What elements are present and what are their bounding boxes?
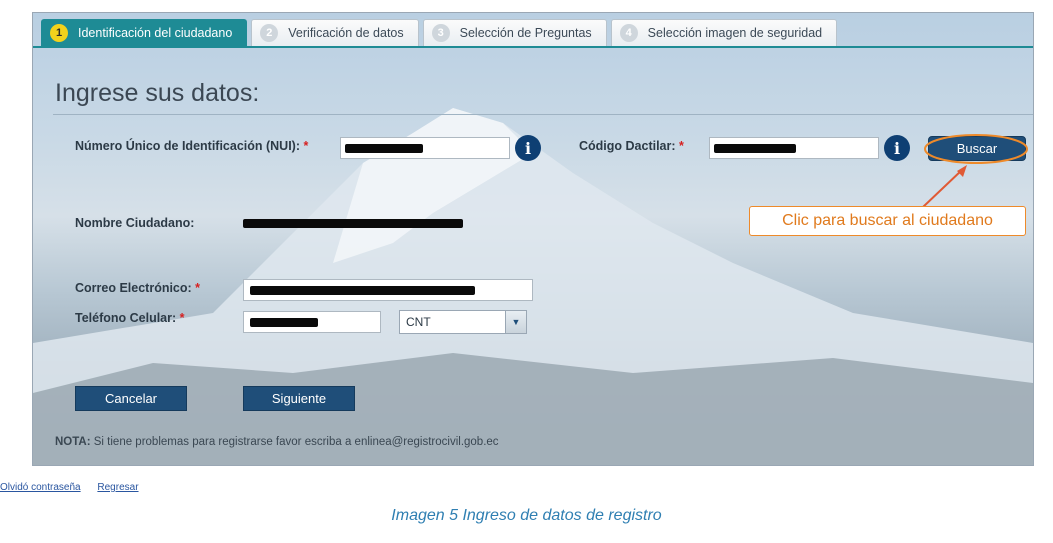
tab-underline: [33, 46, 1033, 48]
nombre-value-redacted: [243, 219, 463, 228]
tab-label: Identificación del ciudadano: [78, 26, 233, 40]
nui-info-icon[interactable]: i: [515, 135, 541, 161]
tab-label: Selección de Preguntas: [459, 26, 592, 40]
required-mark: *: [679, 139, 684, 153]
next-button[interactable]: Siguiente: [243, 386, 355, 411]
forgot-password-link[interactable]: Olvidó contraseña: [0, 482, 81, 493]
required-mark: *: [195, 281, 201, 295]
wizard-tabs: 1 Identificación del ciudadano 2 Verific…: [41, 19, 838, 47]
back-link[interactable]: Regresar: [97, 482, 138, 493]
footer-links: Olvidó contraseña Regresar: [0, 482, 153, 493]
tab-identificacion[interactable]: 1 Identificación del ciudadano: [41, 19, 248, 46]
phone-input[interactable]: [243, 311, 381, 333]
tab-preguntas[interactable]: 3 Selección de Preguntas: [422, 19, 607, 46]
step-number: 1: [50, 24, 68, 42]
email-label: Correo Electrónico: *: [75, 281, 201, 295]
nui-label: Número Único de Identificación (NUI): *: [75, 139, 309, 153]
nombre-label: Nombre Ciudadano:: [75, 216, 195, 230]
redacted-value: [250, 286, 475, 295]
cancel-button[interactable]: Cancelar: [75, 386, 187, 411]
page-title: Ingrese sus datos:: [55, 79, 260, 107]
step-number: 3: [431, 24, 450, 42]
title-divider: [53, 114, 1033, 115]
registration-window: 1 Identificación del ciudadano 2 Verific…: [32, 12, 1034, 466]
dactilar-info-icon[interactable]: i: [884, 135, 910, 161]
operator-select[interactable]: CNT ▼: [399, 310, 527, 334]
step-number: 2: [260, 24, 279, 42]
step-number: 4: [619, 24, 638, 42]
tab-label: Verificación de datos: [288, 26, 404, 40]
redacted-value: [714, 144, 796, 153]
required-mark: *: [303, 139, 309, 153]
phone-label: Teléfono Celular: *: [75, 311, 185, 325]
search-callout: Clic para buscar al ciudadano: [749, 206, 1026, 236]
help-note: NOTA: Si tiene problemas para registrars…: [55, 436, 499, 448]
dactilar-label: Código Dactilar: *: [579, 139, 684, 153]
tab-label: Selección imagen de seguridad: [647, 26, 823, 40]
required-mark: *: [179, 311, 185, 325]
email-input[interactable]: [243, 279, 533, 301]
figure-caption: Imagen 5 Ingreso de datos de registro: [391, 507, 662, 524]
tab-imagen-seguridad[interactable]: 4 Selección imagen de seguridad: [610, 19, 838, 46]
redacted-value: [345, 144, 423, 153]
redacted-value: [250, 318, 318, 327]
chevron-down-icon[interactable]: ▼: [505, 311, 526, 333]
nui-input[interactable]: [340, 137, 510, 159]
tab-verificacion[interactable]: 2 Verificación de datos: [251, 19, 419, 46]
dactilar-input[interactable]: [709, 137, 879, 159]
